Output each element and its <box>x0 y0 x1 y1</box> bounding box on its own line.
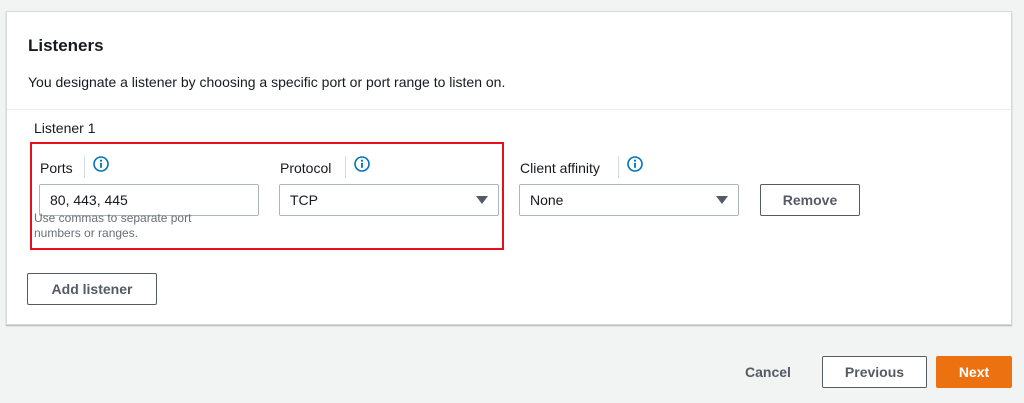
listener-heading: Listener 1 <box>34 120 96 136</box>
remove-button[interactable]: Remove <box>760 184 860 216</box>
client-affinity-select[interactable]: None <box>519 184 739 216</box>
highlight-box <box>30 142 504 250</box>
client-affinity-label: Client affinity <box>520 160 600 176</box>
add-listener-button[interactable]: Add listener <box>27 273 157 305</box>
panel-title: Listeners <box>28 36 104 55</box>
client-affinity-label-divider <box>618 156 619 178</box>
client-affinity-select-value: None <box>530 192 564 208</box>
panel-description: You designate a listener by choosing a s… <box>28 74 506 90</box>
next-button[interactable]: Next <box>936 356 1012 388</box>
panel-header: Listeners You designate a listener by ch… <box>7 12 1011 110</box>
client-affinity-info-icon[interactable] <box>627 156 643 172</box>
previous-button[interactable]: Previous <box>822 356 927 388</box>
caret-down-icon <box>716 196 728 204</box>
cancel-button[interactable]: Cancel <box>734 356 802 388</box>
